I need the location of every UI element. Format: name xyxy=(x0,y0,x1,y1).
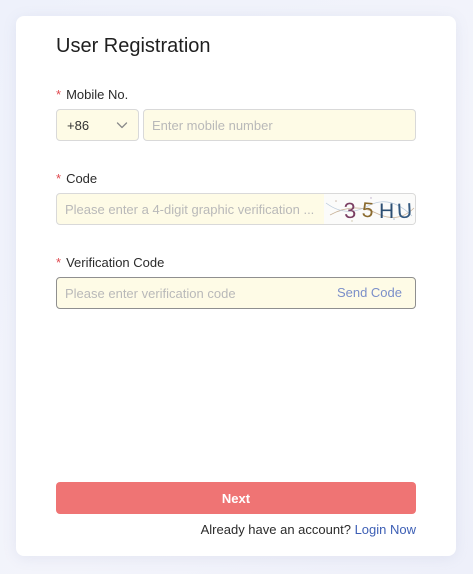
captcha-label-text: Code xyxy=(66,171,98,186)
country-code-select[interactable]: +86 xyxy=(56,109,139,141)
page-title: User Registration xyxy=(56,35,211,57)
captcha-image[interactable]: 3 5 H U xyxy=(324,194,415,224)
login-now-link[interactable]: Login Now xyxy=(355,522,416,537)
send-code-button[interactable]: Send Code xyxy=(337,277,402,309)
verification-label-text: Verification Code xyxy=(66,255,165,270)
captcha-graphic: 3 5 H U xyxy=(325,197,415,224)
captcha-label: * Code xyxy=(56,171,97,187)
login-prompt-text: Already have an account? xyxy=(200,522,351,537)
country-code-value: +86 xyxy=(67,117,90,133)
verification-label: * Verification Code xyxy=(56,255,164,271)
registration-card: User Registration * Mobile No. +86 * Code xyxy=(16,16,456,556)
login-prompt: Already have an account? Login Now xyxy=(201,522,416,538)
chevron-down-icon xyxy=(116,122,128,129)
captcha-char: H xyxy=(379,200,394,223)
verification-field: Send Code xyxy=(56,277,416,309)
captcha-char: 3 xyxy=(343,198,357,224)
next-button[interactable]: Next xyxy=(56,482,416,514)
mobile-label-text: Mobile No. xyxy=(66,87,129,102)
mobile-number-input[interactable] xyxy=(143,109,416,141)
required-mark: * xyxy=(56,255,62,270)
required-mark: * xyxy=(56,171,62,186)
mobile-label: * Mobile No. xyxy=(56,87,128,103)
captcha-char: U xyxy=(396,200,412,224)
required-mark: * xyxy=(56,87,62,102)
captcha-field: 3 5 H U xyxy=(56,193,416,225)
captcha-char: 5 xyxy=(361,199,375,223)
